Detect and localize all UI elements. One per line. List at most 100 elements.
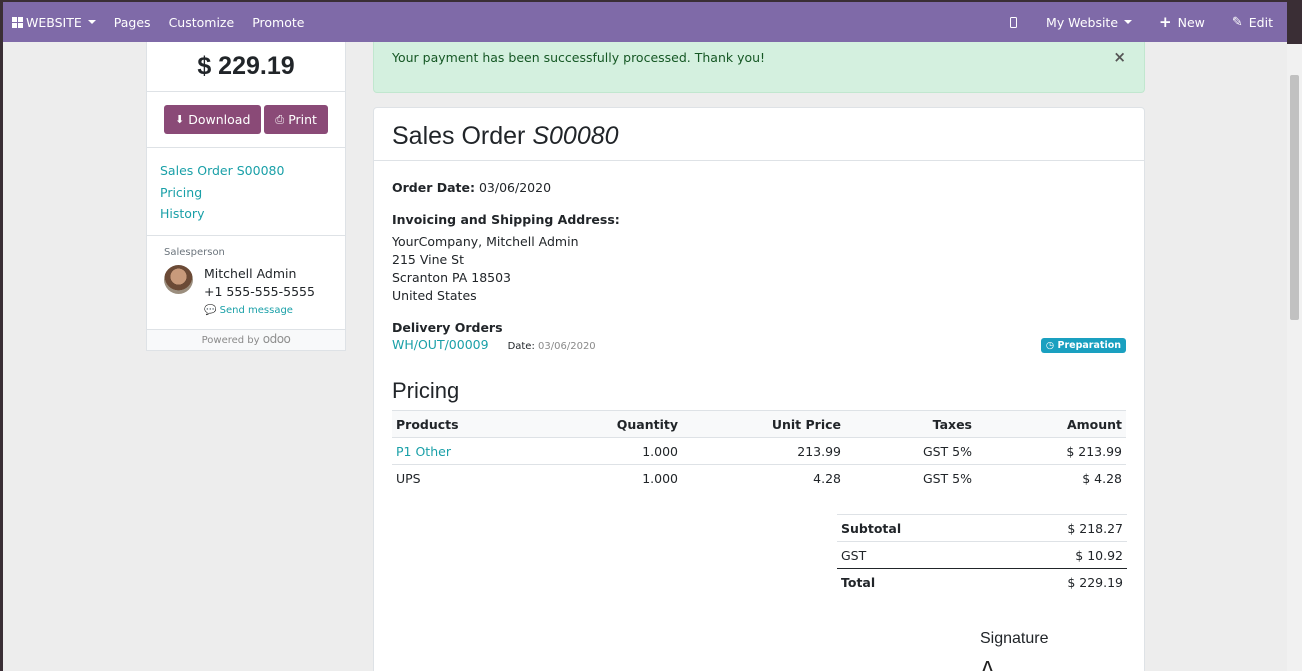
subtotal-row: Subtotal $ 218.27 [837,514,1127,542]
chat-bubble-icon: 💬 [204,305,217,316]
sidebar-nav: Sales Order S00080 Pricing History [147,148,345,236]
salesperson-label: Salesperson [164,247,225,258]
signature-image: ᐱ [980,658,996,671]
tax-row: GST $ 10.92 [837,541,1127,569]
title-prefix: Sales Order [392,122,526,150]
my-website-dropdown[interactable]: My Website [1037,2,1141,42]
salesperson-phone: +1 555-555-5555 [204,284,315,299]
total-value: $ 229.19 [986,568,1127,596]
status-badge-label: Preparation [1057,340,1122,351]
order-date-label: Order Date: [392,180,475,195]
sidebar-actions: ⬇ Download ⎙ Print [147,92,345,148]
customize-menu[interactable]: Customize [160,2,244,42]
total-row: Total $ 229.19 [837,568,1127,596]
column-header-amount: Amount [976,410,1126,438]
delivery-order-link[interactable]: WH/OUT/00009 [392,337,489,352]
download-button[interactable]: ⬇ Download [164,105,262,134]
caret-down-icon [87,20,96,24]
close-icon[interactable]: × [1113,49,1126,65]
column-header-taxes: Taxes [845,410,976,438]
amount-cell: $ 4.28 [1082,470,1122,486]
alert-message: Your payment has been successfully proce… [392,50,766,65]
product-cell: UPS [396,470,421,486]
table-header-row: Products Quantity Unit Price Taxes Amoun… [392,410,1126,438]
website-menu[interactable]: WEBSITE [3,2,105,42]
order-reference: S00080 [532,122,619,150]
salesperson-section: Salesperson Mitchell Admin +1 555-555-55… [147,236,345,330]
tax-value: $ 10.92 [986,541,1127,569]
status-badge: ◷ Preparation [1040,338,1126,353]
unit-price-cell: 4.28 [813,470,841,486]
order-date-row: Order Date: 03/06/2020 [392,179,1126,197]
scrollbar-thumb[interactable] [1290,75,1299,320]
column-header-products: Products [392,410,542,438]
salesperson-name: Mitchell Admin [204,266,297,281]
download-icon: ⬇ [175,113,185,126]
promote-menu[interactable]: Promote [243,2,313,42]
print-icon: ⎙ [275,112,285,126]
subtotal-value: $ 218.27 [986,514,1127,542]
new-label: New [1177,14,1205,30]
delivery-date-label: Date: [507,341,535,352]
page-scrollbar[interactable] [1287,44,1302,671]
new-button[interactable]: + New [1141,2,1214,42]
sidebar-link-sales-order[interactable]: Sales Order S00080 [160,160,332,182]
portal-sidebar: $ 229.19 ⬇ Download ⎙ Print Sales Order … [146,42,346,351]
column-header-unit-price: Unit Price [682,410,845,438]
delivery-orders-label: Delivery Orders [392,320,503,335]
edit-label: Edit [1248,14,1273,30]
odoo-logo[interactable]: odoo [263,332,291,346]
website-menu-label: WEBSITE [26,14,82,30]
clock-icon: ◷ [1045,340,1055,351]
totals-table: Subtotal $ 218.27 GST $ 10.92 Total $ 22… [837,514,1127,596]
table-row: UPS 1.000 4.28 GST 5% $ 4.28 [392,465,1126,492]
quantity-cell: 1.000 [542,437,682,465]
browser-viewport: WEBSITE Pages Customize Promote My Websi… [3,2,1287,671]
powered-by-label: Powered by [201,335,260,346]
salesperson-info: Mitchell Admin +1 555-555-5555 💬 Send me… [204,265,315,320]
website-topbar: WEBSITE Pages Customize Promote My Websi… [3,2,1287,42]
mobile-phone-icon [1010,16,1018,28]
apps-grid-icon [12,16,23,28]
column-header-quantity: Quantity [542,410,682,438]
taxes-cell: GST 5% [845,437,976,465]
taxes-cell: GST 5% [922,470,972,486]
address-block: Invoicing and Shipping Address: YourComp… [392,211,1126,305]
order-details: Order Date: 03/06/2020 Invoicing and Shi… [374,161,1144,492]
window-edge [1287,0,1302,44]
address-line: 215 Vine St [392,252,465,267]
page-title: Sales Order S00080 [374,108,1144,161]
sidebar-link-history[interactable]: History [160,203,332,225]
caret-down-icon [1124,20,1133,24]
pages-menu[interactable]: Pages [105,2,160,42]
delivery-date: Date: 03/06/2020 [508,341,596,352]
pricing-title: Pricing [392,378,460,403]
product-cell: P1 Other [392,437,542,465]
table-row: P1 Other 1.000 213.99 GST 5% $ 213.99 [392,437,1126,465]
plus-icon: + [1159,13,1172,31]
sales-order-card: Sales Order S00080 Order Date: 03/06/202… [373,107,1145,671]
send-message-label: Send message [219,305,293,316]
quantity-cell: 1.000 [642,470,678,486]
mobile-preview-button[interactable] [1001,2,1037,42]
my-website-label: My Website [1046,14,1119,30]
total-amount: $ 229.19 [147,42,345,92]
delivery-date-value: 03/06/2020 [538,341,596,352]
address-line: YourCompany, Mitchell Admin [392,234,579,249]
product-link[interactable]: P1 Other [396,444,451,459]
pricing-table: Products Quantity Unit Price Taxes Amoun… [392,410,1126,492]
send-message-link[interactable]: 💬 Send message [204,302,315,320]
signature-title: Signature [980,630,1049,647]
tax-label: GST [837,541,987,569]
download-label: Download [188,112,251,127]
address-label: Invoicing and Shipping Address: [392,212,620,227]
print-button[interactable]: ⎙ Print [264,105,328,134]
payment-success-alert: Your payment has been successfully proce… [373,42,1145,93]
amount-cell: $ 213.99 [976,437,1126,465]
sidebar-link-pricing[interactable]: Pricing [160,182,332,204]
address-line: Scranton PA 18503 [392,270,512,285]
delivery-orders-block: Delivery Orders WH/OUT/00009 Date: 03/06… [392,319,1126,355]
edit-button[interactable]: ✎ Edit [1214,2,1287,42]
order-date-value: 03/06/2020 [478,180,552,195]
powered-by: Powered by odoo [147,330,345,350]
